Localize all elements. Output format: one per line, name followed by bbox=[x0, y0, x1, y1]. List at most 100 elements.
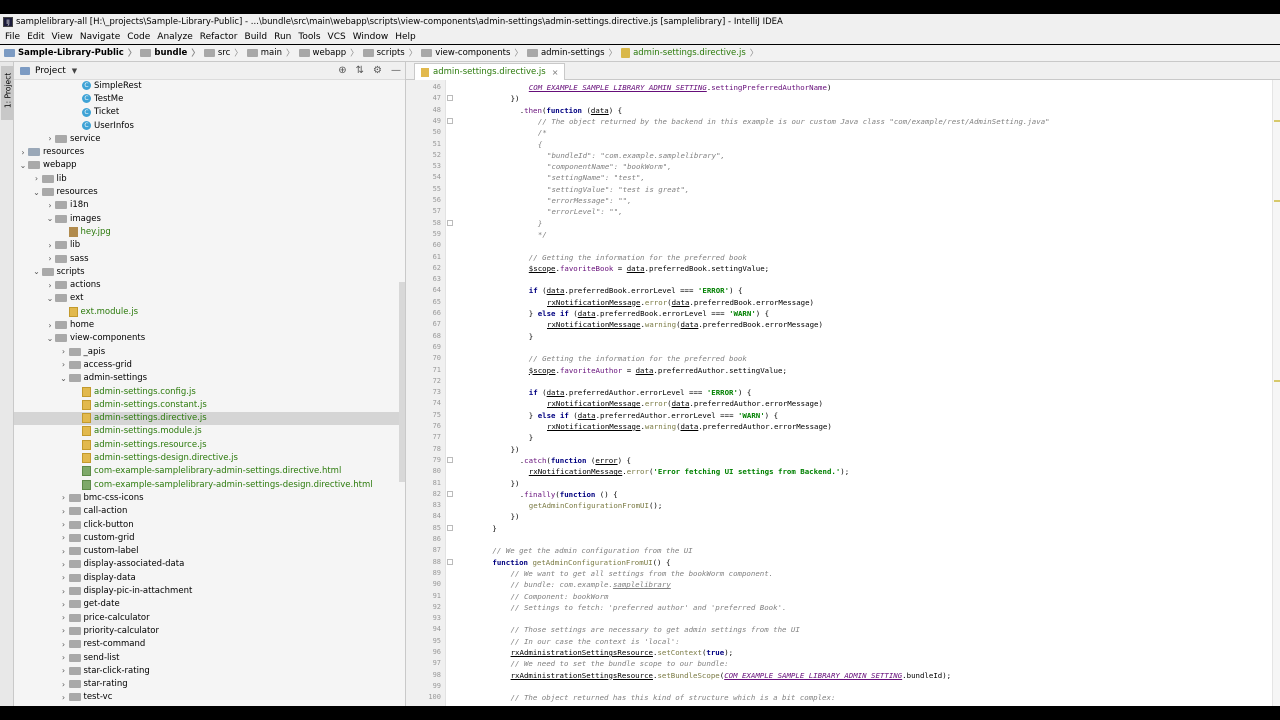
chevron-right-icon[interactable]: › bbox=[59, 640, 69, 649]
tree-item[interactable]: › access-grid bbox=[14, 358, 405, 371]
tree-item[interactable]: ⌄ admin-settings bbox=[14, 372, 405, 385]
gear-icon[interactable]: ⚙ bbox=[373, 65, 382, 76]
breadcrumb-item[interactable]: Sample-Library-Public 〉 bbox=[4, 47, 136, 59]
menu-run[interactable]: Run bbox=[271, 32, 294, 42]
chevron-right-icon[interactable]: › bbox=[59, 666, 69, 675]
menu-view[interactable]: View bbox=[49, 32, 76, 42]
menu-code[interactable]: Code bbox=[124, 32, 153, 42]
tree-item[interactable]: › _apis bbox=[14, 345, 405, 358]
tree-item[interactable]: com-example-samplelibrary-admin-settings… bbox=[14, 465, 405, 478]
tree-item[interactable]: admin-settings-design.directive.js bbox=[14, 451, 405, 464]
chevron-right-icon[interactable]: › bbox=[45, 281, 55, 290]
tree-item[interactable]: › bmc-css-icons bbox=[14, 491, 405, 504]
chevron-right-icon[interactable]: › bbox=[59, 613, 69, 622]
tree-item[interactable]: com-example-samplelibrary-admin-settings… bbox=[14, 478, 405, 491]
chevron-down-icon[interactable]: ⌄ bbox=[32, 267, 42, 276]
breadcrumb-item[interactable]: view-components 〉 bbox=[421, 47, 523, 59]
tree-item[interactable]: ⌄ resources bbox=[14, 185, 405, 198]
tree-item[interactable]: › send-list bbox=[14, 651, 405, 664]
chevron-right-icon[interactable]: › bbox=[32, 174, 42, 183]
chevron-right-icon[interactable]: › bbox=[18, 148, 28, 157]
tree-item[interactable]: › i18n bbox=[14, 199, 405, 212]
breadcrumb-item[interactable]: bundle 〉 bbox=[140, 47, 200, 59]
editor-tab-active[interactable]: admin-settings.directive.js × bbox=[414, 63, 566, 80]
chevron-right-icon[interactable]: › bbox=[59, 693, 69, 702]
tree-item[interactable]: › display-pic-in-attachment bbox=[14, 584, 405, 597]
project-tree-scrollbar[interactable] bbox=[399, 282, 405, 482]
menu-vcs[interactable]: VCS bbox=[325, 32, 349, 42]
tree-item[interactable]: C TestMe bbox=[14, 92, 405, 105]
breadcrumb-item[interactable]: webapp 〉 bbox=[298, 47, 359, 59]
chevron-down-icon[interactable]: ⌄ bbox=[45, 214, 55, 223]
tree-item[interactable]: admin-settings.resource.js bbox=[14, 438, 405, 451]
tree-item[interactable]: ⌄ ext bbox=[14, 292, 405, 305]
chevron-right-icon[interactable]: › bbox=[59, 600, 69, 609]
chevron-right-icon[interactable]: › bbox=[59, 493, 69, 502]
tree-item[interactable]: › display-data bbox=[14, 571, 405, 584]
scrollbar-marker[interactable] bbox=[1274, 380, 1280, 382]
fold-marker[interactable] bbox=[447, 490, 453, 497]
tree-item[interactable]: › lib bbox=[14, 239, 405, 252]
tree-item[interactable]: admin-settings.directive.js bbox=[14, 411, 405, 425]
chevron-right-icon[interactable]: › bbox=[59, 547, 69, 556]
collapse-all-icon[interactable]: ⇅ bbox=[356, 65, 364, 76]
tree-item[interactable]: › rest-command bbox=[14, 638, 405, 651]
scrollbar-marker[interactable] bbox=[1274, 120, 1280, 122]
tree-item[interactable]: › custom-grid bbox=[14, 531, 405, 544]
project-tool-tab[interactable]: 1: Project bbox=[1, 66, 13, 120]
chevron-right-icon[interactable]: › bbox=[59, 653, 69, 662]
fold-marker[interactable] bbox=[447, 117, 453, 124]
tree-item[interactable]: › display-associated-data bbox=[14, 558, 405, 571]
tree-item[interactable]: › sass bbox=[14, 252, 405, 265]
scroll-from-source-icon[interactable]: ⊕ bbox=[338, 65, 346, 76]
tree-item[interactable]: hey.jpg bbox=[14, 225, 405, 238]
tree-item[interactable]: C Ticket bbox=[14, 106, 405, 119]
menu-build[interactable]: Build bbox=[242, 32, 271, 42]
chevron-right-icon[interactable]: › bbox=[45, 241, 55, 250]
breadcrumb-item[interactable]: admin-settings 〉 bbox=[526, 47, 617, 59]
fold-marker[interactable] bbox=[447, 219, 453, 226]
tree-item[interactable]: ext.module.js bbox=[14, 305, 405, 318]
chevron-right-icon[interactable]: › bbox=[59, 533, 69, 542]
menu-help[interactable]: Help bbox=[392, 32, 419, 42]
fold-marker[interactable] bbox=[447, 95, 453, 102]
tree-item[interactable]: › test-vc bbox=[14, 691, 405, 704]
tree-item[interactable]: ⌄ view-components bbox=[14, 332, 405, 345]
menu-window[interactable]: Window bbox=[350, 32, 392, 42]
tree-item[interactable]: › call-action bbox=[14, 505, 405, 518]
tree-item[interactable]: › priority-calculator bbox=[14, 624, 405, 637]
chevron-down-icon[interactable]: ⌄ bbox=[59, 374, 69, 383]
tree-item[interactable]: admin-settings.module.js bbox=[14, 425, 405, 438]
fold-marker[interactable] bbox=[447, 558, 453, 565]
menu-edit[interactable]: Edit bbox=[24, 32, 47, 42]
chevron-right-icon[interactable]: › bbox=[45, 321, 55, 330]
tree-item[interactable]: › home bbox=[14, 318, 405, 331]
menu-tools[interactable]: Tools bbox=[295, 32, 323, 42]
tree-item[interactable]: C UserInfos bbox=[14, 119, 405, 132]
chevron-right-icon[interactable]: › bbox=[45, 201, 55, 210]
chevron-down-icon[interactable]: ⌄ bbox=[45, 334, 55, 343]
chevron-right-icon[interactable]: › bbox=[59, 347, 69, 356]
tree-item[interactable]: › custom-label bbox=[14, 545, 405, 558]
menu-refactor[interactable]: Refactor bbox=[197, 32, 241, 42]
chevron-right-icon[interactable]: › bbox=[59, 573, 69, 582]
chevron-right-icon[interactable]: › bbox=[59, 507, 69, 516]
tree-item[interactable]: › star-rating bbox=[14, 678, 405, 691]
chevron-down-icon[interactable]: ⌄ bbox=[18, 161, 28, 170]
project-panel-title[interactable]: Project bbox=[35, 66, 66, 76]
tree-item[interactable]: › star-click-rating bbox=[14, 664, 405, 677]
tree-item[interactable]: › lib bbox=[14, 172, 405, 185]
chevron-right-icon[interactable]: › bbox=[59, 520, 69, 529]
breadcrumb-item[interactable]: src 〉 bbox=[203, 47, 243, 59]
tree-item[interactable]: › get-date bbox=[14, 598, 405, 611]
scrollbar-marker[interactable] bbox=[1274, 200, 1280, 202]
chevron-right-icon[interactable]: › bbox=[59, 587, 69, 596]
tree-item[interactable]: › actions bbox=[14, 279, 405, 292]
code-editor[interactable]: COM_EXAMPLE_SAMPLE_LIBRARY_ADMIN_SETTING… bbox=[456, 80, 1272, 706]
tree-item[interactable]: admin-settings.config.js bbox=[14, 385, 405, 398]
tree-item[interactable]: › click-button bbox=[14, 518, 405, 531]
tree-item[interactable]: ⌄ webapp bbox=[14, 159, 405, 172]
chevron-down-icon[interactable]: ▼ bbox=[72, 67, 77, 75]
menu-analyze[interactable]: Analyze bbox=[154, 32, 195, 42]
chevron-right-icon[interactable]: › bbox=[59, 360, 69, 369]
